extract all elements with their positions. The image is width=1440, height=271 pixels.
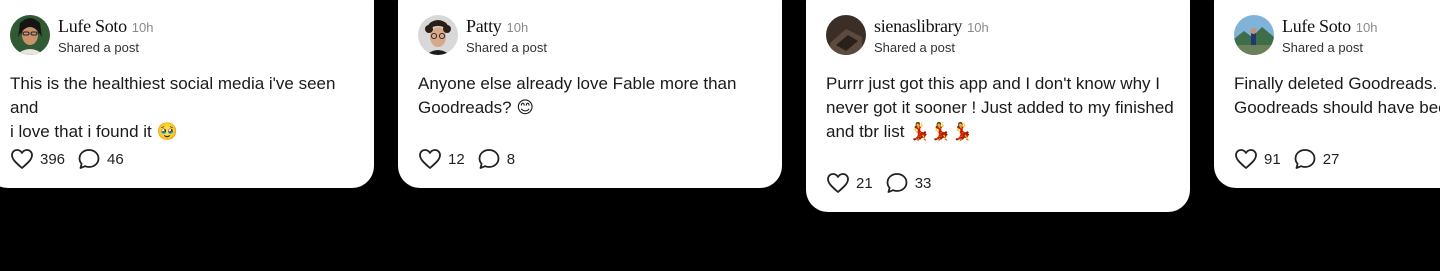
post-text-line: Finally deleted Goodreads. F	[1234, 74, 1440, 93]
post-subtitle: Shared a post	[466, 39, 547, 55]
comment-count: 46	[107, 150, 124, 168]
post-card[interactable]: Lufe Soto 10h Shared a post This is the …	[0, 0, 374, 188]
post-subtitle: Shared a post	[874, 39, 955, 55]
post-text: Purrr just got this app and I don't know…	[826, 72, 1174, 144]
post-text-line: Purrr just got this app and I don't know…	[826, 74, 1160, 93]
post-actions: 21 33	[826, 172, 943, 194]
heart-icon	[419, 149, 441, 169]
post-subtitle: Shared a post	[58, 39, 139, 55]
post-text-line: This is the healthiest social media i've…	[10, 74, 336, 117]
post-text: Finally deleted Goodreads. F Goodreads s…	[1234, 72, 1440, 120]
post-card[interactable]: Patty 10h Shared a post Anyone else alre…	[398, 0, 782, 188]
like-button[interactable]: 91	[1234, 148, 1281, 170]
author-name[interactable]: Lufe Soto	[58, 16, 127, 37]
post-text: Anyone else already love Fable more than…	[418, 72, 766, 120]
avatar[interactable]	[10, 15, 50, 55]
post-text-line: i love that i found it	[10, 122, 152, 141]
comment-bubble-icon	[1294, 149, 1316, 169]
comment-count: 8	[506, 150, 516, 168]
like-button[interactable]: 12	[418, 148, 465, 170]
heart-icon	[827, 173, 849, 193]
avatar[interactable]	[826, 15, 866, 55]
comment-count: 27	[1322, 150, 1340, 168]
post-text-line: and tbr list	[826, 122, 905, 141]
comment-button[interactable]: 27	[1293, 148, 1340, 170]
comment-count: 33	[914, 174, 932, 192]
comment-bubble-icon	[886, 173, 908, 193]
like-count: 12	[448, 150, 465, 168]
post-header: Lufe Soto 10h Shared a post	[1234, 15, 1378, 55]
post-time: 10h	[1355, 19, 1378, 35]
avatar[interactable]	[418, 15, 458, 55]
emoji: 😊	[516, 98, 535, 118]
post-header: Patty 10h Shared a post	[418, 15, 547, 55]
post-text-line: Anyone else already love Fable more than	[418, 74, 737, 93]
comment-button[interactable]: 33	[885, 172, 932, 194]
post-subtitle: Shared a post	[1282, 39, 1363, 55]
emoji: 💃💃💃	[909, 122, 973, 142]
post-header: Lufe Soto 10h Shared a post	[10, 15, 154, 55]
emoji: 🥹	[156, 122, 178, 142]
heart-icon	[1235, 149, 1257, 169]
comment-button[interactable]: 46	[77, 148, 124, 170]
heart-icon	[11, 149, 33, 169]
like-count: 396	[40, 150, 66, 168]
post-time: 10h	[506, 19, 529, 35]
author-name[interactable]: Patty	[466, 16, 502, 37]
author-name[interactable]: sienaslibrary	[874, 16, 962, 37]
comment-bubble-icon	[78, 149, 100, 169]
author-name[interactable]: Lufe Soto	[1282, 16, 1351, 37]
post-time: 10h	[131, 19, 154, 35]
post-actions: 12 8	[418, 148, 527, 170]
post-header: sienaslibrary 10h Shared a post	[826, 15, 989, 55]
avatar[interactable]	[1234, 15, 1274, 55]
post-card[interactable]: Lufe Soto 10h Shared a post Finally dele…	[1214, 0, 1440, 188]
post-card[interactable]: sienaslibrary 10h Shared a post Purrr ju…	[806, 0, 1190, 212]
post-actions: 396 46	[10, 148, 136, 170]
like-count: 91	[1264, 150, 1281, 168]
post-text: This is the healthiest social media i've…	[10, 72, 358, 144]
comment-button[interactable]: 8	[477, 148, 515, 170]
post-time: 10h	[967, 19, 989, 35]
post-text-line: Goodreads should have been	[1234, 98, 1440, 117]
post-text-line: Goodreads?	[418, 98, 512, 117]
post-text-line: never got it sooner ! Just added to my f…	[826, 98, 1174, 117]
comment-bubble-icon	[478, 149, 500, 169]
post-actions: 91 27	[1234, 148, 1351, 170]
like-count: 21	[856, 174, 873, 192]
like-button[interactable]: 396	[10, 148, 65, 170]
like-button[interactable]: 21	[826, 172, 873, 194]
